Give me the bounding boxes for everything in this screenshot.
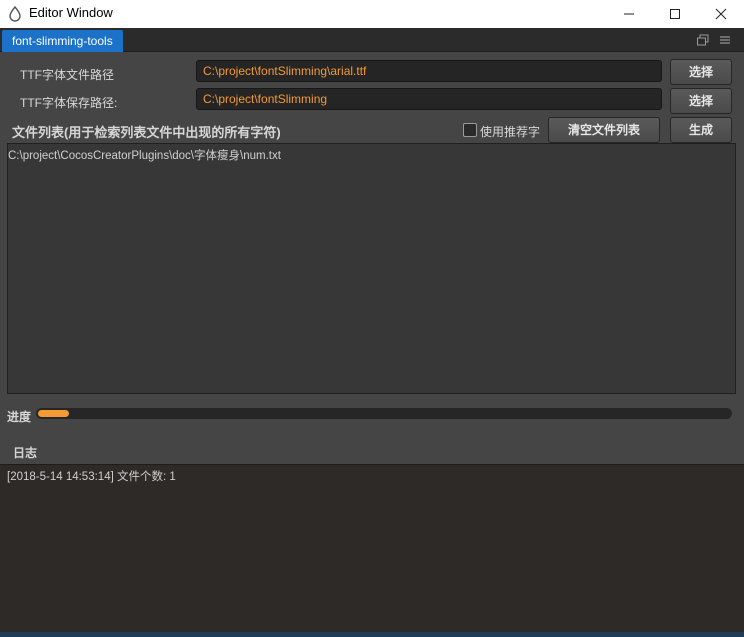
log-panel[interactable]: [2018-5-14 14:53:14] 文件个数: 1 <box>0 464 744 632</box>
editor-frame: font-slimming-tools TTF字体文件路径 C:\project… <box>0 28 744 632</box>
minimize-icon <box>624 13 634 15</box>
file-list[interactable]: C:\project\CocosCreatorPlugins\doc\字体瘦身\… <box>7 143 736 394</box>
file-list-title: 文件列表(用于检索列表文件中出现的所有字符) <box>12 125 281 140</box>
save-path-input[interactable]: C:\project\fontSlimming <box>196 88 662 110</box>
generate-button[interactable]: 生成 <box>670 117 732 143</box>
app-drop-icon <box>8 5 22 22</box>
clear-file-list-button[interactable]: 清空文件列表 <box>548 117 660 143</box>
save-path-label: TTF字体保存路径: <box>20 96 118 110</box>
maximize-icon <box>670 9 680 19</box>
progress-label: 进度 <box>7 410 32 424</box>
close-button[interactable] <box>698 0 744 28</box>
minimize-button[interactable] <box>606 0 652 28</box>
title-bar[interactable]: Editor Window <box>0 0 744 28</box>
tab-bar: font-slimming-tools <box>0 28 744 52</box>
ttf-path-label: TTF字体文件路径 <box>20 68 114 82</box>
ttf-path-input[interactable]: C:\project\fontSlimming\arial.ttf <box>196 60 662 82</box>
progress-fill <box>38 410 70 417</box>
popout-icon[interactable] <box>696 33 710 47</box>
taskbar-strip <box>0 632 744 637</box>
save-path-select-button[interactable]: 选择 <box>670 88 732 114</box>
close-icon <box>715 8 727 20</box>
tab-font-slimming-tools[interactable]: font-slimming-tools <box>2 30 123 52</box>
list-item[interactable]: C:\project\CocosCreatorPlugins\doc\字体瘦身\… <box>8 147 281 163</box>
maximize-button[interactable] <box>652 0 698 28</box>
log-title: 日志 <box>13 446 38 460</box>
use-recommended-label: 使用推荐字 <box>480 125 541 139</box>
ttf-path-select-button[interactable]: 选择 <box>670 59 732 85</box>
log-line: [2018-5-14 14:53:14] 文件个数: 1 <box>7 471 176 483</box>
progress-bar <box>36 408 732 419</box>
window-title: Editor Window <box>29 5 113 20</box>
menu-icon[interactable] <box>718 33 732 47</box>
editor-window: Editor Window font-slimming-tools TTF字体文… <box>0 0 744 637</box>
use-recommended-checkbox[interactable] <box>463 123 477 137</box>
